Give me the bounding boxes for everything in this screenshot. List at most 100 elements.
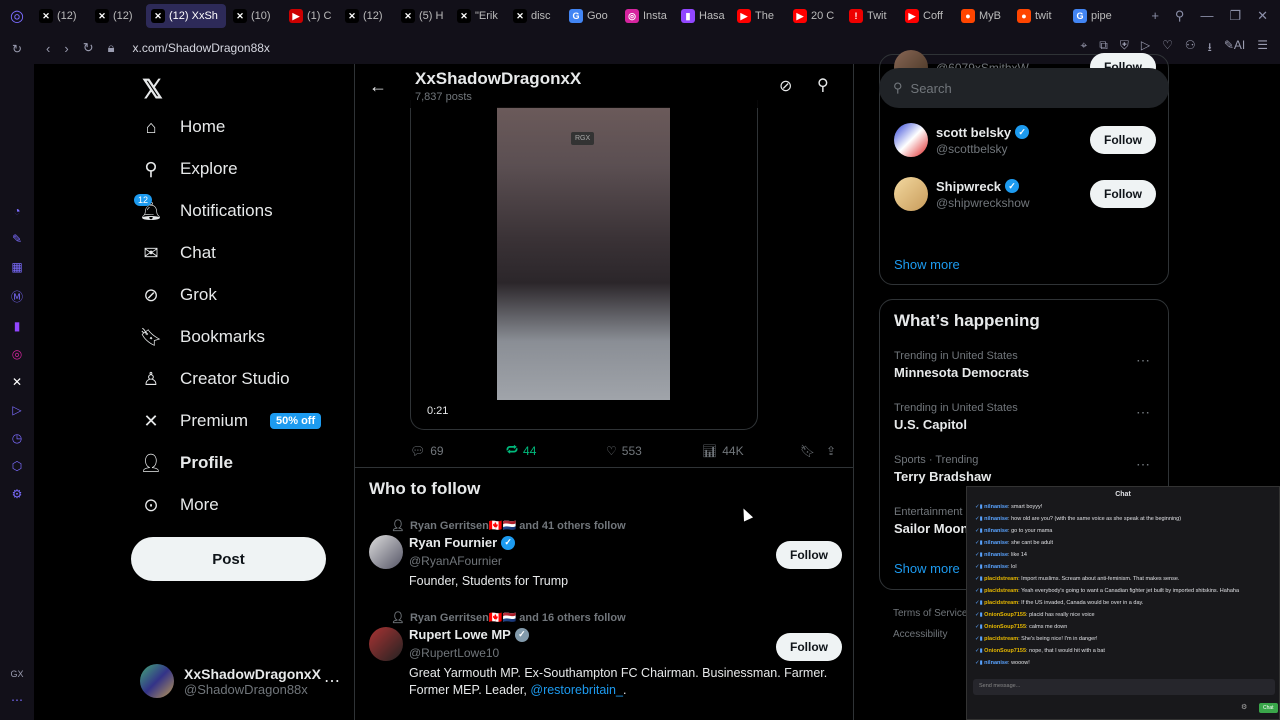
avatar[interactable] bbox=[894, 177, 928, 211]
maximize-icon[interactable]: ❐ bbox=[1229, 8, 1241, 24]
twitch-icon[interactable]: ▮ bbox=[7, 319, 27, 333]
chat-send-button[interactable]: Chat bbox=[1259, 703, 1278, 713]
browser-tab[interactable]: G Goo bbox=[564, 4, 618, 28]
reply-button[interactable]: 💬︎ 69 bbox=[410, 444, 506, 458]
follow-button[interactable]: Follow bbox=[776, 541, 842, 569]
follow-button[interactable]: Follow bbox=[776, 633, 842, 661]
back-arrow-icon[interactable]: ← bbox=[369, 76, 387, 97]
chat-username[interactable]: nilnanise bbox=[984, 540, 1008, 546]
nav-item-more[interactable]: ⊙ More bbox=[140, 494, 218, 516]
follow-button[interactable]: Follow bbox=[1090, 180, 1156, 208]
footer-accessibility[interactable]: Accessibility bbox=[893, 629, 947, 640]
like-button[interactable]: ♡ 553 bbox=[606, 444, 702, 458]
browser-tab[interactable]: ✕ (12) bbox=[34, 4, 88, 28]
right-follow-suggestion[interactable]: Shipwreck ✓ @shipwreckshow Follow bbox=[894, 177, 1156, 211]
avatar[interactable] bbox=[369, 627, 403, 661]
back-icon[interactable]: ‹ bbox=[46, 41, 50, 56]
share-icon[interactable]: ⇪ bbox=[826, 444, 836, 458]
m-app-icon[interactable]: Ⓜ bbox=[7, 288, 27, 305]
forward-icon[interactable]: › bbox=[64, 41, 68, 56]
show-more-trends-link[interactable]: Show more bbox=[894, 561, 960, 576]
video-card[interactable]: RGX 0:21 bbox=[410, 100, 758, 430]
chat-username[interactable]: placidstream bbox=[984, 600, 1018, 606]
grok-icon[interactable]: ⊘ bbox=[779, 76, 792, 96]
search-input[interactable]: Search bbox=[911, 81, 952, 96]
chat-username[interactable]: OnionSoup7155 bbox=[984, 648, 1026, 654]
nav-item-grok[interactable]: ⊘ Grok bbox=[140, 284, 216, 306]
history-icon[interactable]: ◷ bbox=[7, 431, 27, 445]
settings-icon[interactable]: ⚙ bbox=[7, 487, 27, 501]
heart-icon[interactable]: ♡ bbox=[1162, 38, 1173, 59]
browser-tab[interactable]: ● twit bbox=[1012, 4, 1066, 28]
more-options-icon[interactable]: ⋯ bbox=[1136, 404, 1150, 421]
close-window-icon[interactable]: ✕ bbox=[1257, 8, 1268, 24]
nav-item-creator-studio[interactable]: ♙ Creator Studio bbox=[140, 368, 290, 390]
bio-link[interactable]: @restorebritain_ bbox=[530, 683, 623, 697]
search-icon[interactable]: ⚲ bbox=[817, 75, 829, 95]
stripes-icon[interactable]: ▦ bbox=[7, 260, 27, 274]
chat-input[interactable]: Send message... bbox=[973, 679, 1275, 695]
more-options-icon[interactable]: ⋯ bbox=[1136, 456, 1150, 473]
chat-username[interactable]: OnionSoup7155 bbox=[984, 612, 1026, 618]
follow-button[interactable]: Follow bbox=[1090, 126, 1156, 154]
player-icon[interactable]: ▷ bbox=[7, 403, 27, 417]
search-box[interactable]: ⚲ Search bbox=[879, 68, 1169, 108]
trend-item[interactable]: Sports · Trending Terry Bradshaw ⋯ bbox=[894, 454, 1156, 484]
browser-tab[interactable]: ▶ (1) C bbox=[284, 4, 338, 28]
account-switcher[interactable]: XxShadowDragonxX @ShadowDragon88x ⋯ bbox=[140, 664, 340, 698]
footer-terms[interactable]: Terms of Service bbox=[893, 608, 967, 619]
chat-username[interactable]: OnionSoup7155 bbox=[984, 624, 1026, 630]
browser-tab[interactable]: ✕ (12) bbox=[340, 4, 394, 28]
video-player[interactable] bbox=[497, 107, 670, 400]
chat-username[interactable]: placidstream bbox=[984, 636, 1018, 642]
browser-tab[interactable]: ✕ (12) XxSh bbox=[146, 4, 226, 28]
account-more-icon[interactable]: ⋯ bbox=[324, 671, 340, 691]
browser-tab[interactable]: ▶ Coff bbox=[900, 4, 954, 28]
browser-tab[interactable]: ! Twit bbox=[844, 4, 898, 28]
extensions-icon[interactable]: ⬡ bbox=[7, 459, 27, 473]
browser-tab[interactable]: ● MyB bbox=[956, 4, 1010, 28]
nav-item-notifications[interactable]: 🔔︎ 12 Notifications bbox=[134, 194, 273, 222]
instagram-icon[interactable]: ◎ bbox=[7, 347, 27, 361]
views-button[interactable]: 📊︎ 44K bbox=[702, 444, 800, 458]
chat-username[interactable]: nilnanise bbox=[984, 552, 1008, 558]
right-follow-suggestion[interactable]: scott belsky ✓ @scottbelsky Follow bbox=[894, 123, 1156, 157]
download-icon[interactable]: ⭳ bbox=[1208, 38, 1212, 59]
new-tab-icon[interactable]: + bbox=[1151, 8, 1159, 24]
nav-item-chat[interactable]: ✉ Chat bbox=[140, 242, 215, 264]
browser-tab[interactable]: ▶ 20 C bbox=[788, 4, 842, 28]
browser-tab[interactable]: ◎ Insta bbox=[620, 4, 674, 28]
gx-icon[interactable]: GX bbox=[7, 669, 27, 679]
chat-settings-icon[interactable]: ⚙ bbox=[1241, 703, 1247, 711]
post-button[interactable]: Post bbox=[131, 537, 326, 581]
url-field[interactable]: x.com/ShadowDragon88x bbox=[133, 41, 270, 55]
ai-pen-icon[interactable]: ✎ bbox=[7, 232, 27, 246]
x-icon[interactable]: ✕ bbox=[7, 375, 27, 389]
browser-tab[interactable]: ✕ "Erik bbox=[452, 4, 506, 28]
suggestion-name-row[interactable]: Ryan Fournier ✓ bbox=[409, 535, 516, 550]
browser-tab[interactable]: ▶ The bbox=[732, 4, 786, 28]
aria-icon[interactable]: ◔ bbox=[7, 204, 27, 218]
more-dots-icon[interactable]: ⋯ bbox=[7, 693, 27, 707]
x-logo-icon[interactable]: 𝕏 bbox=[142, 74, 163, 105]
refresh-icon[interactable]: ↻ bbox=[7, 42, 27, 56]
nav-item-explore[interactable]: ⚲ Explore bbox=[140, 158, 237, 180]
search-tabs-icon[interactable]: ⚲ bbox=[1175, 8, 1185, 24]
browser-tab[interactable]: ✕ (10) bbox=[228, 4, 282, 28]
account-icon[interactable]: ⚇ bbox=[1185, 38, 1196, 59]
trend-item[interactable]: Trending in United States Minnesota Demo… bbox=[894, 350, 1156, 380]
browser-tab[interactable]: ✕ (5) H bbox=[396, 4, 450, 28]
browser-tab[interactable]: ✕ disc bbox=[508, 4, 562, 28]
chat-username[interactable]: nilnanise bbox=[984, 516, 1008, 522]
nav-item-home[interactable]: ⌂ Home bbox=[140, 116, 226, 138]
browser-tab[interactable]: ▮ Hasa bbox=[676, 4, 730, 28]
suggestion-name-row[interactable]: Rupert Lowe MP ✓ bbox=[409, 627, 529, 642]
nav-item-bookmarks[interactable]: 🔖︎ Bookmarks bbox=[140, 326, 265, 348]
opera-gx-logo-icon[interactable]: ◎ bbox=[0, 0, 34, 32]
bookmark-icon[interactable]: 🔖︎ bbox=[800, 444, 826, 458]
chat-username[interactable]: nilnanise bbox=[984, 504, 1008, 510]
chat-username[interactable]: nilnanise bbox=[984, 660, 1008, 666]
chat-username[interactable]: placidstream bbox=[984, 588, 1018, 594]
nav-item-premium[interactable]: ✕ Premium 50% off bbox=[140, 410, 322, 432]
avatar[interactable] bbox=[369, 535, 403, 569]
